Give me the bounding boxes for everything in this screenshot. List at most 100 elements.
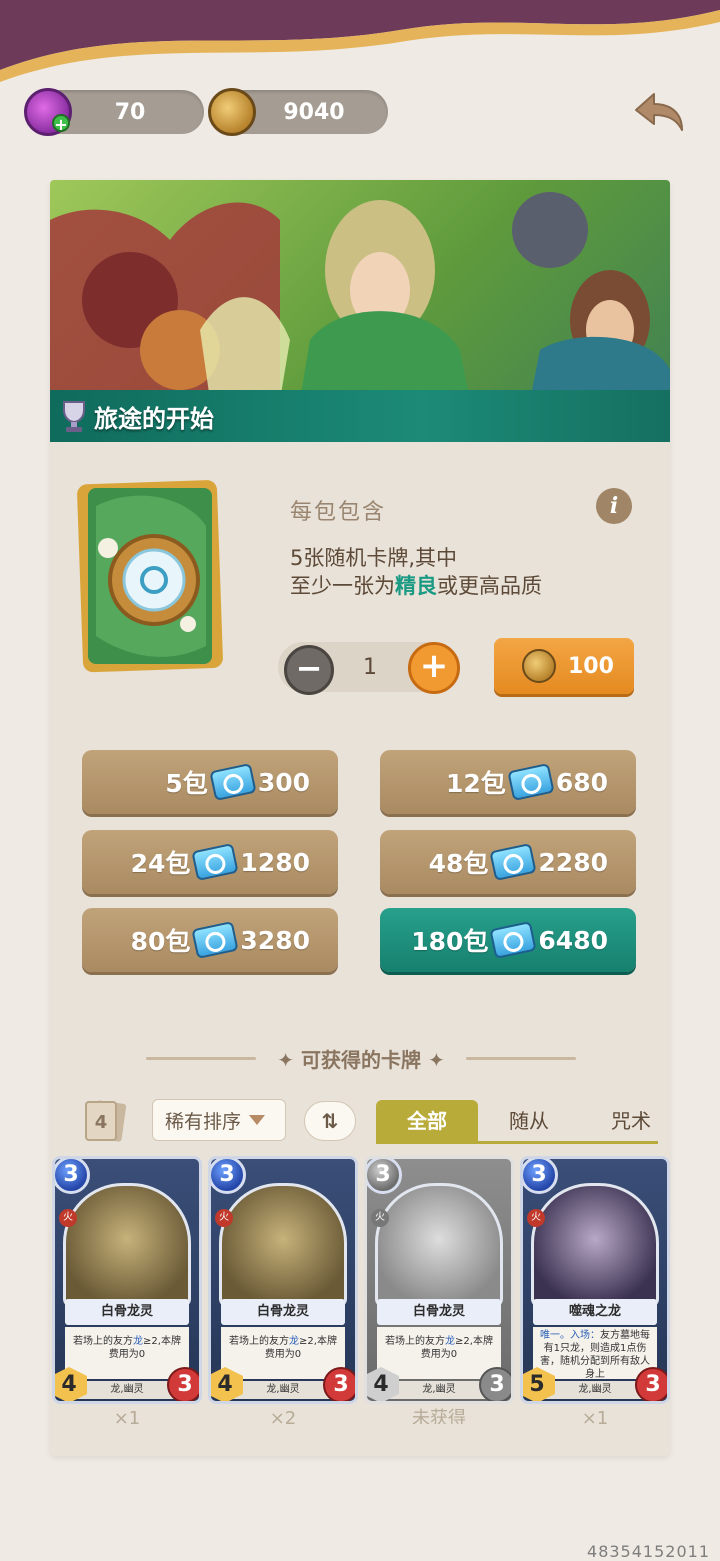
card-art [375, 1183, 503, 1307]
coin-icon [522, 649, 556, 683]
tab-all[interactable]: 全部 [376, 1100, 478, 1141]
card-art [531, 1183, 659, 1307]
bundle-price: 3280 [240, 925, 310, 955]
card-health: 3 [635, 1367, 667, 1401]
card-count: 4 [95, 1112, 108, 1133]
ticket-icon [489, 920, 538, 960]
card-name: 白骨龙灵 [65, 1299, 189, 1325]
chevron-down-icon [249, 1115, 266, 1125]
element-badge: 火 [371, 1209, 389, 1227]
element-badge: 火 [527, 1209, 545, 1227]
ticket-icon [507, 762, 555, 802]
card-effect: 若场上的友方龙≥2,本牌费用为0 [65, 1327, 189, 1379]
bundle-label: 48包 [428, 849, 489, 878]
bundle-48-button[interactable]: 48包 2280 [380, 830, 636, 894]
card-item-locked[interactable]: 3 火 白骨龙灵 若场上的友方龙≥2,本牌费用为0 龙,幽灵 4 3 [364, 1156, 514, 1404]
card-stack-icon: 4 [85, 1100, 127, 1142]
card-effect: 若场上的友方龙≥2,本牌费用为0 [377, 1327, 501, 1379]
bundle-label: 12包 [446, 769, 506, 798]
bundle-label: 80包 [130, 927, 191, 956]
decrease-button[interactable]: − [284, 645, 334, 695]
bundle-12-button[interactable]: 12包 680 [380, 750, 636, 814]
top-decor-wave [0, 0, 720, 82]
bundle-5-button[interactable]: 5包 300 [82, 750, 338, 814]
effect-keyword: 龙 [289, 1336, 300, 1347]
ticket-icon [489, 842, 538, 882]
pack-desc-prefix: 至少一张为 [290, 574, 395, 598]
card-health: 3 [167, 1367, 199, 1401]
bundle-180-button[interactable]: 180包 6480 [380, 908, 636, 972]
bundle-price: 680 [555, 767, 608, 797]
pack-desc-line1: 5张随机卡牌,其中 [290, 546, 458, 570]
owned-count: ×1 [113, 1408, 141, 1424]
bundle-24-button[interactable]: 24包 1280 [82, 830, 338, 894]
increase-button[interactable]: + [408, 642, 460, 694]
obtainable-cards-header: ✦ 可获得的卡牌 ✦ [146, 1040, 576, 1076]
buy-price: 100 [568, 653, 614, 679]
owned-count: ×1 [581, 1408, 609, 1424]
sort-label: 稀有排序 [165, 1110, 242, 1133]
back-arrow-icon[interactable] [632, 88, 688, 136]
card-cost: 3 [55, 1159, 90, 1194]
card-art [219, 1183, 347, 1307]
rarity-sort-dropdown[interactable]: 稀有排序 [152, 1099, 286, 1141]
quantity-value: 1 [363, 655, 377, 680]
bundle-label: 180包 [411, 927, 489, 956]
pack-description: 5张随机卡牌,其中 至少一张为精良或更高品质 [290, 544, 650, 600]
bundle-price: 1280 [240, 847, 310, 877]
card-cost: 3 [367, 1159, 402, 1194]
card-pack-icon [77, 480, 223, 673]
card-item[interactable]: 3 火 白骨龙灵 若场上的友方龙≥2,本牌费用为0 龙,幽灵 4 3 [52, 1156, 202, 1404]
owned-count: ×2 [269, 1408, 297, 1424]
card-cost: 3 [211, 1159, 246, 1194]
info-button[interactable]: i [596, 488, 632, 524]
pack-title: 旅途的开始 [94, 404, 214, 433]
element-badge: 火 [59, 1209, 77, 1227]
card-health: 3 [479, 1367, 511, 1401]
card-name: 噬魂之龙 [533, 1299, 657, 1325]
banner-title-bar: 旅途的开始 [50, 390, 670, 442]
tab-spells[interactable]: 咒术 [580, 1100, 658, 1141]
sort-order-toggle[interactable]: ⇅ [304, 1101, 356, 1141]
effect-text: 若场上的友方 [385, 1336, 446, 1347]
ticket-icon [191, 920, 240, 960]
card-art [63, 1183, 191, 1307]
divider-right [466, 1057, 576, 1060]
effect-keyword: 龙 [133, 1336, 144, 1347]
card-cost: 3 [523, 1159, 558, 1194]
card-item[interactable]: 3 火 噬魂之龙 唯一。入场：友方墓地每有1只龙，则造成1点伤害，随机分配到所有… [520, 1156, 670, 1404]
bundle-80-button[interactable]: 80包 3280 [82, 908, 338, 972]
bundle-price: 2280 [538, 847, 608, 877]
pack-desc-line2: 至少一张为精良或更高品质 [290, 572, 650, 600]
effect-keyword: 唯一。入场： [540, 1330, 600, 1341]
section-title: ✦ 可获得的卡牌 ✦ [277, 1047, 445, 1072]
owned-count: 未获得 [412, 1408, 466, 1424]
effect-text: 若场上的友方 [229, 1336, 290, 1347]
card-type-tabs: 全部 随从 咒术 [376, 1100, 658, 1144]
bundle-price: 300 [257, 767, 310, 797]
coin-icon [208, 88, 256, 136]
coin-balance[interactable]: 9040 [208, 88, 388, 136]
card-effect: 唯一。入场：友方墓地每有1只龙，则造成1点伤害，随机分配到所有敌人身上 [533, 1327, 657, 1380]
effect-text: 若场上的友方 [73, 1336, 134, 1347]
rarity-highlight: 精良 [395, 574, 437, 598]
element-badge: 火 [215, 1209, 233, 1227]
card-name: 白骨龙灵 [377, 1299, 501, 1325]
bundle-price: 6480 [538, 925, 608, 955]
add-gems-icon[interactable]: + [52, 114, 70, 134]
buy-pack-button[interactable]: 100 [494, 638, 634, 694]
gem-balance[interactable]: + 70 [24, 88, 204, 136]
divider-left [146, 1057, 256, 1060]
effect-keyword: 龙 [445, 1336, 456, 1347]
watermark-id: 48354152011 [587, 1542, 710, 1561]
ticket-icon [191, 842, 240, 882]
card-item[interactable]: 3 火 白骨龙灵 若场上的友方龙≥2,本牌费用为0 龙,幽灵 4 3 [208, 1156, 358, 1404]
pack-desc-suffix: 或更高品质 [437, 574, 542, 598]
card-effect: 若场上的友方龙≥2,本牌费用为0 [221, 1327, 345, 1379]
pack-contains-label: 每包包含 [290, 500, 387, 525]
tab-minions[interactable]: 随从 [478, 1100, 580, 1141]
bundle-label: 24包 [130, 849, 191, 878]
ticket-icon [209, 762, 257, 802]
card-name: 白骨龙灵 [221, 1299, 345, 1325]
card-health: 3 [323, 1367, 355, 1401]
